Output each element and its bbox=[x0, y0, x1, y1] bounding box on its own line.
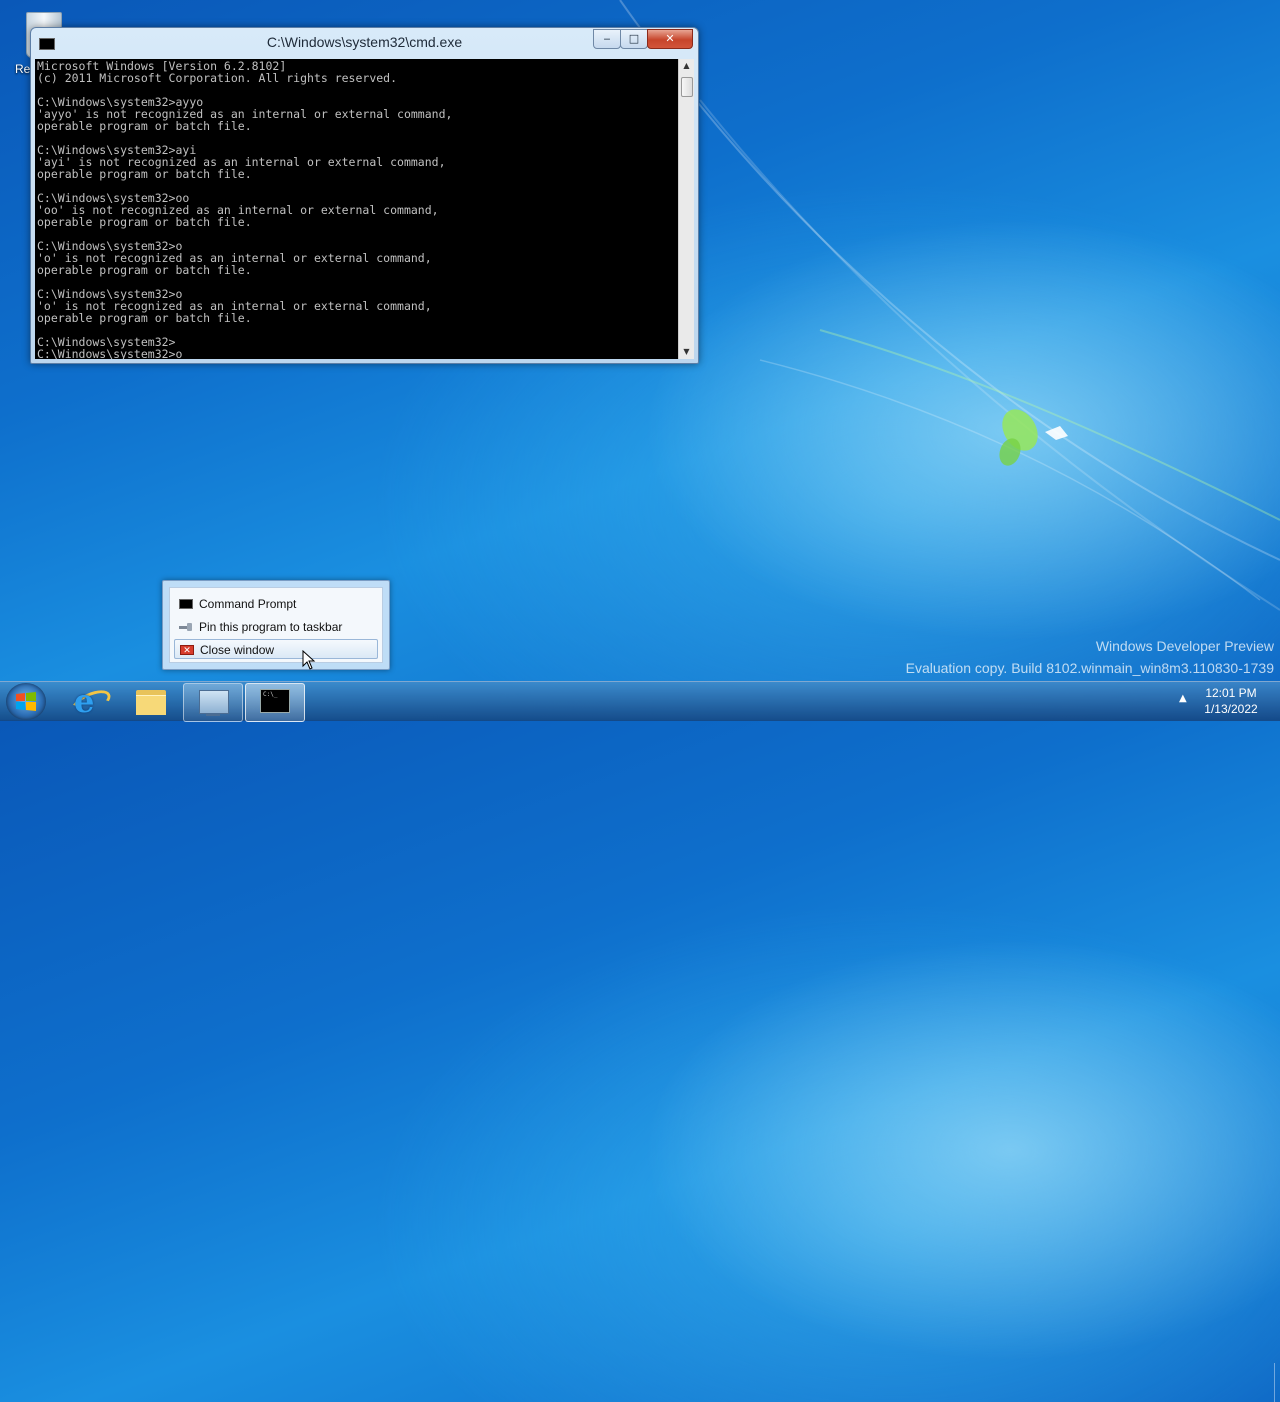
monitor-icon-base bbox=[206, 713, 220, 716]
system-clock[interactable]: 12:01 PM 1/13/2022 bbox=[1188, 685, 1274, 717]
windows-logo-icon bbox=[16, 692, 36, 711]
taskbar-button-command-prompt[interactable]: C:\_ bbox=[245, 683, 305, 722]
pin-icon bbox=[179, 622, 193, 632]
close-icon: ✕ bbox=[180, 645, 194, 655]
start-button[interactable] bbox=[6, 683, 46, 720]
show-desktop-button[interactable] bbox=[1274, 1363, 1280, 1402]
maximize-button[interactable]: □ bbox=[620, 29, 648, 49]
console-output[interactable]: Microsoft Windows [Version 6.2.8102] (c)… bbox=[35, 59, 678, 359]
taskbar-button-internet-explorer[interactable]: e bbox=[60, 682, 118, 721]
vertical-scrollbar[interactable]: ▲ ▼ bbox=[678, 59, 694, 359]
scroll-up-button[interactable]: ▲ bbox=[679, 59, 694, 73]
clock-time: 12:01 PM bbox=[1205, 686, 1257, 700]
watermark-build: Evaluation copy. Build 8102.winmain_win8… bbox=[905, 660, 1274, 676]
taskbar-jumplist: Command Prompt Pin this program to taskb… bbox=[162, 580, 390, 670]
mouse-cursor-icon bbox=[302, 650, 316, 670]
ie-icon: e bbox=[74, 682, 95, 720]
console-text: Microsoft Windows [Version 6.2.8102] (c)… bbox=[37, 59, 453, 359]
jumplist-item-label: Close window bbox=[200, 643, 275, 657]
jumplist-item-label: Pin this program to taskbar bbox=[199, 620, 343, 634]
taskbar-button-performance-monitor[interactable] bbox=[183, 683, 243, 722]
cmd-icon bbox=[179, 599, 193, 609]
cmd-icon: C:\_ bbox=[260, 689, 290, 713]
show-hidden-icons-button[interactable]: ▲ bbox=[1179, 693, 1187, 704]
title-bar[interactable]: C:\Windows\system32\cmd.exe ‒ □ ✕ bbox=[31, 28, 698, 58]
folder-icon-front bbox=[136, 695, 166, 715]
clock-date: 1/13/2022 bbox=[1204, 702, 1258, 716]
taskbar: e C:\_ bbox=[0, 681, 1280, 1402]
minimize-button[interactable]: ‒ bbox=[593, 29, 621, 49]
watermark-title: Windows Developer Preview bbox=[1095, 638, 1274, 654]
cmd-window[interactable]: C:\Windows\system32\cmd.exe ‒ □ ✕ Micros… bbox=[30, 27, 699, 364]
monitor-icon bbox=[199, 690, 229, 714]
close-button[interactable]: ✕ bbox=[647, 29, 693, 49]
cmd-icon-text: C:\_ bbox=[263, 691, 278, 698]
jumplist-panel: Command Prompt Pin this program to taskb… bbox=[169, 587, 383, 663]
scroll-down-button[interactable]: ▼ bbox=[679, 345, 694, 359]
jumplist-item-label: Command Prompt bbox=[199, 597, 297, 611]
jumplist-item-close-window[interactable]: ✕ Close window bbox=[174, 639, 378, 659]
scroll-thumb[interactable] bbox=[681, 77, 693, 97]
taskbar-button-file-explorer[interactable] bbox=[122, 683, 180, 720]
jumplist-item-pin-to-taskbar[interactable]: Pin this program to taskbar bbox=[174, 617, 378, 637]
jumplist-item-command-prompt[interactable]: Command Prompt bbox=[174, 594, 378, 614]
